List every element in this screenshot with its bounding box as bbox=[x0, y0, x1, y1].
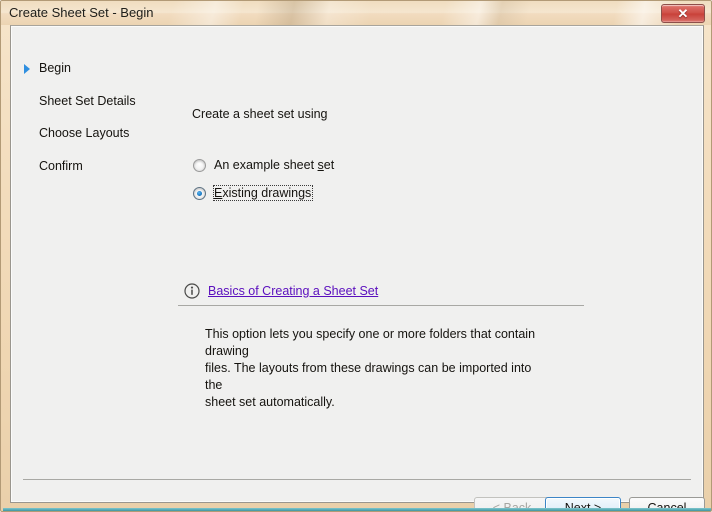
dialog-window: Create Sheet Set - Begin ✕ Begin Sheet S… bbox=[0, 0, 712, 512]
footer-separator bbox=[23, 479, 691, 480]
close-button[interactable]: ✕ bbox=[661, 4, 705, 23]
sidebar-item-label: Choose Layouts bbox=[39, 126, 130, 140]
sidebar-item-confirm[interactable]: Confirm bbox=[11, 158, 189, 175]
wizard-step-list: Begin Sheet Set Details Choose Layouts C… bbox=[11, 36, 189, 466]
help-link[interactable]: Basics of Creating a Sheet Set bbox=[208, 284, 378, 298]
sidebar-item-label: Confirm bbox=[39, 159, 83, 173]
window-bottom-edge bbox=[3, 508, 711, 511]
sidebar-item-begin[interactable]: Begin bbox=[11, 60, 189, 77]
dialog-client-area: Begin Sheet Set Details Choose Layouts C… bbox=[10, 25, 705, 511]
sidebar-item-choose-layouts[interactable]: Choose Layouts bbox=[11, 125, 189, 142]
sidebar-item-label: Begin bbox=[39, 61, 71, 75]
radio-label: Existing drawings bbox=[213, 185, 314, 201]
link-separator bbox=[178, 305, 584, 306]
radio-indicator-icon bbox=[193, 158, 206, 172]
close-icon: ✕ bbox=[677, 6, 689, 21]
current-step-arrow-icon bbox=[24, 64, 30, 74]
radio-label: An example sheet set bbox=[214, 158, 335, 172]
dialog-content: Begin Sheet Set Details Choose Layouts C… bbox=[11, 26, 705, 511]
prompt-label: Create a sheet set using bbox=[192, 107, 328, 121]
sidebar-item-label: Sheet Set Details bbox=[39, 94, 136, 108]
radio-existing-drawings[interactable]: Existing drawings bbox=[193, 184, 314, 202]
radio-an-example-sheet-set[interactable]: An example sheet set bbox=[193, 156, 336, 174]
sidebar-item-sheet-set-details[interactable]: Sheet Set Details bbox=[11, 93, 189, 110]
info-icon bbox=[184, 283, 200, 299]
radio-indicator-icon bbox=[193, 186, 206, 200]
window-title: Create Sheet Set - Begin bbox=[9, 5, 154, 20]
option-description: This option lets you specify one or more… bbox=[205, 327, 536, 409]
